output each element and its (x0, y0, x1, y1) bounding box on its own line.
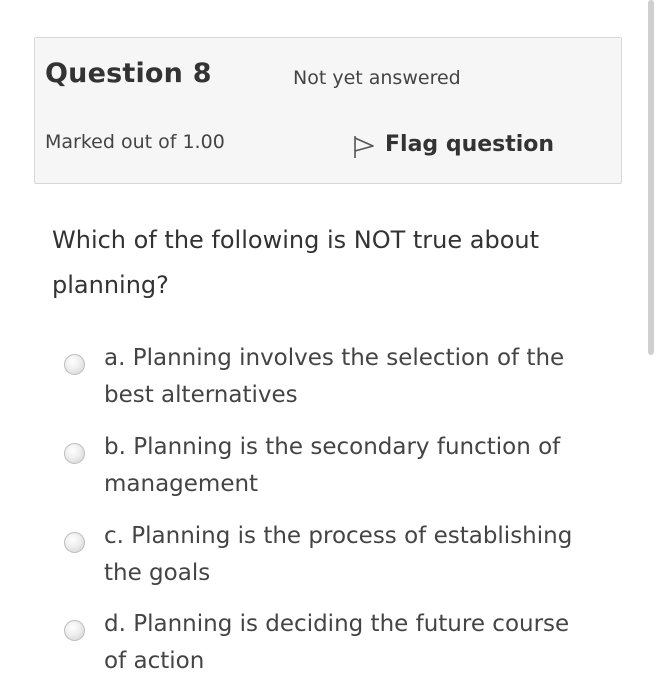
question-number: Question 8 (45, 58, 212, 89)
radio-unchecked-icon[interactable] (64, 532, 85, 553)
question-grade: Marked out of 1.00 (45, 131, 225, 153)
radio-unchecked-icon[interactable] (64, 620, 85, 641)
scrollbar[interactable] (648, 0, 654, 355)
question-info-panel: Question 8 Not yet answered Marked out o… (34, 37, 622, 184)
radio-unchecked-icon[interactable] (64, 354, 85, 375)
answer-label: a. Planning involves the selection of th… (104, 345, 565, 408)
answer-label: b. Planning is the secondary function of… (104, 434, 561, 497)
radio-unchecked-icon[interactable] (64, 443, 85, 464)
answer-label: d. Planning is deciding the future cours… (104, 611, 570, 674)
answer-label: c. Planning is the process of establishi… (104, 523, 573, 586)
flag-question-label: Flag question (385, 131, 555, 157)
question-state: Not yet answered (293, 67, 461, 89)
question-text: Which of the following is NOT true about… (52, 226, 540, 299)
flag-icon (354, 136, 374, 158)
flag-question-button[interactable]: Flag question (351, 128, 554, 160)
